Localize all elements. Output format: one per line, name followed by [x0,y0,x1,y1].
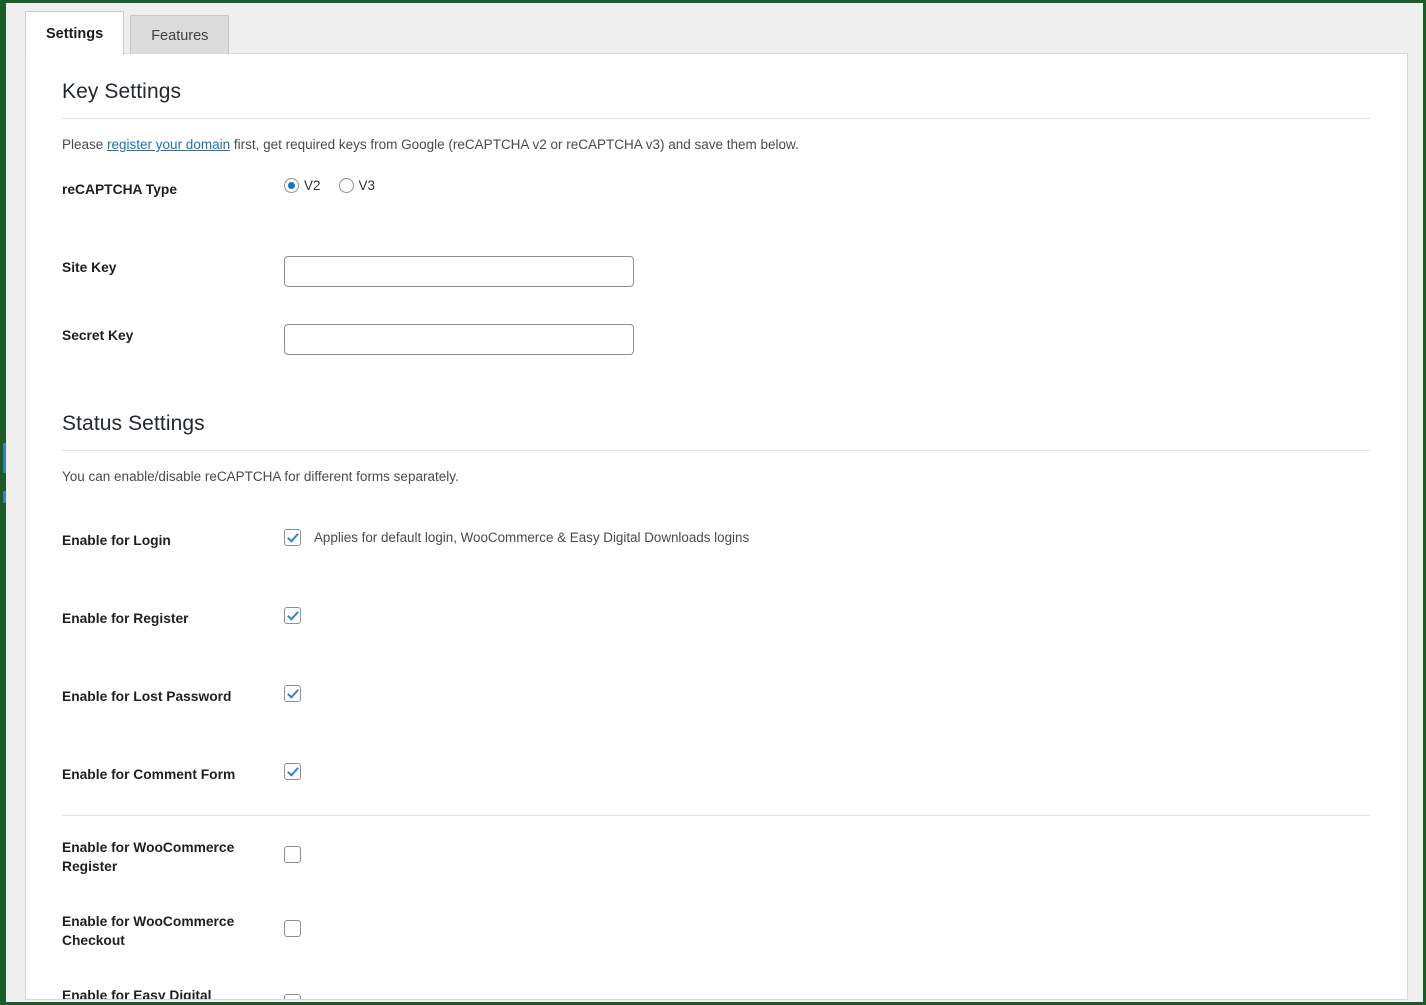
recaptcha-type-label: reCAPTCHA Type [62,182,177,197]
tab-settings[interactable]: Settings [25,11,125,55]
checkbox-enable-for-woocommerce-register[interactable] [284,846,301,863]
desc-text-after: first, get required keys from Google (re… [230,137,799,152]
key-settings-description: Please register your domain first, get r… [62,137,1371,152]
tab-bar: Settings Features [25,9,230,55]
site-key-label: Site Key [62,260,117,275]
radio-v3-icon[interactable] [338,178,354,193]
recaptcha-type-radio-group: V2 V3 [284,178,375,193]
row-enable-for-lost-password-label: Enable for Lost Password [62,689,232,704]
desc-text-before: Please [62,137,108,152]
app-viewport: Settings Features Key Settings Please re… [3,3,1423,1002]
radio-option-v2[interactable]: V2 [284,178,321,193]
row-enable-for-woocommerce-checkout-label: Enable for WooCommerce Checkout [62,914,235,948]
secret-key-row: Secret Key [62,324,1371,358]
row-enable-for-woocommerce-checkout: Enable for WooCommerce Checkout [62,910,1371,950]
row-enable-for-login: Enable for Login Applies for default log… [62,529,1371,563]
status-settings-rule [62,450,1371,451]
row-enable-for-comment-form-label: Enable for Comment Form [62,767,236,782]
row-enable-for-woocommerce-register: Enable for WooCommerce Register [62,836,1371,876]
tab-features[interactable]: Features [130,15,230,55]
key-settings-title: Key Settings [62,80,182,103]
checkbox-enable-for-login-hint: Applies for default login, WooCommerce &… [314,530,750,545]
site-key-input[interactable] [284,256,634,287]
settings-panel: Key Settings Please register your domain… [25,53,1408,1000]
radio-v2-icon[interactable] [284,178,299,193]
radio-option-v3[interactable]: V3 [338,178,376,193]
recaptcha-type-row: reCAPTCHA Type V2 V3 [62,178,1371,212]
secret-key-label: Secret Key [62,328,134,343]
checkbox-enable-for-register[interactable] [284,607,301,624]
key-settings-rule [62,118,1371,119]
checkbox-enable-for-login[interactable] [284,529,301,546]
checkbox-enable-for-edd-register[interactable] [284,994,301,999]
checkbox-enable-for-comment-form[interactable] [284,763,301,780]
row-enable-for-login-label: Enable for Login [62,533,171,548]
row-enable-for-woocommerce-register-label: Enable for WooCommerce Register [62,840,235,874]
register-domain-link[interactable]: register your domain [107,137,230,152]
site-key-row: Site Key [62,256,1371,290]
checkbox-enable-for-woocommerce-checkout[interactable] [284,920,301,937]
row-enable-for-edd-register-label: Enable for Easy Digital Downloads Regist… [62,988,212,1000]
window-edge-strip [3,3,6,1002]
tab-settings-label: Settings [46,25,104,42]
checkbox-enable-for-lost-password[interactable] [284,685,301,702]
tab-features-label: Features [151,27,209,44]
secret-key-input[interactable] [284,324,634,355]
row-enable-for-comment-form: Enable for Comment Form [62,763,1371,797]
status-settings-title: Status Settings [62,412,205,435]
row-enable-for-edd-register: Enable for Easy Digital Downloads Regist… [62,984,1371,1000]
row-enable-for-register-label: Enable for Register [62,611,189,626]
status-settings-description: You can enable/disable reCAPTCHA for dif… [62,469,459,484]
radio-v3-label: V3 [358,178,376,193]
row-enable-for-lost-password: Enable for Lost Password [62,685,1371,719]
row-enable-for-register: Enable for Register [62,607,1371,641]
radio-v2-label: V2 [304,178,321,193]
